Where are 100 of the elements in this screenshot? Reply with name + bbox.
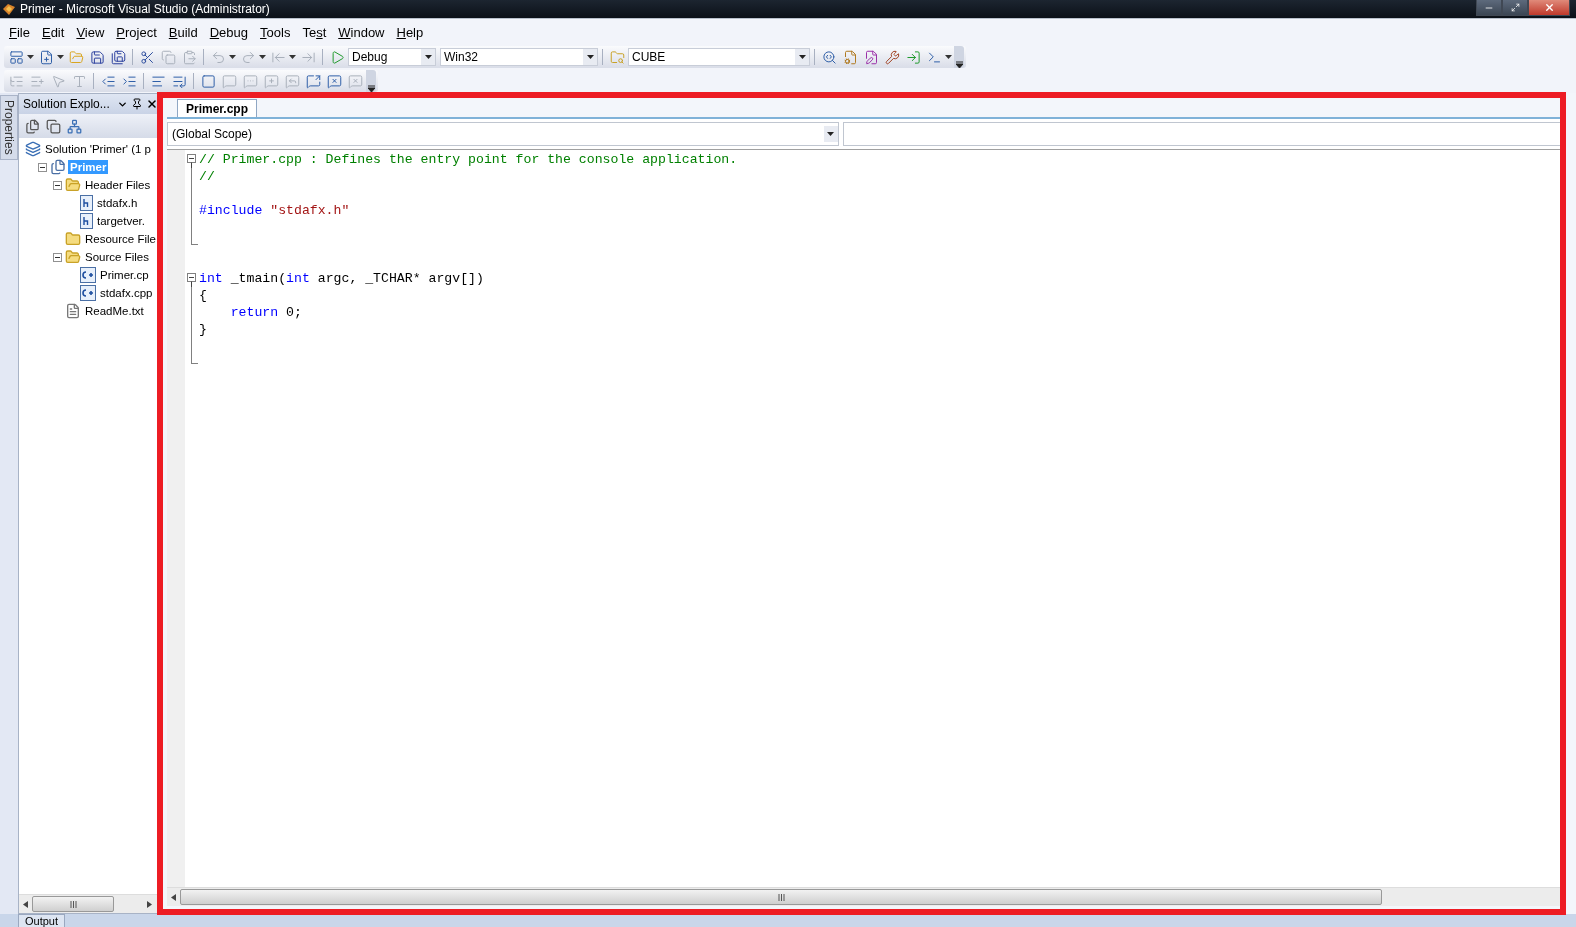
text-file-icon	[65, 303, 81, 319]
panel-title: Solution Explo...	[23, 97, 111, 111]
code-line: }	[199, 322, 207, 337]
caret-icon[interactable]	[27, 55, 35, 59]
properties-icon[interactable]	[25, 118, 40, 134]
grip-icon	[777, 893, 785, 901]
platform-dropdown[interactable]: Win32	[440, 48, 598, 66]
close-icon[interactable]	[146, 98, 158, 110]
clear-bookmarks-icon	[347, 73, 363, 89]
caret-icon[interactable]	[57, 55, 65, 59]
folder-icon	[65, 231, 81, 247]
toolbar-overflow-icon[interactable]	[954, 46, 964, 68]
undo-icon	[210, 49, 226, 65]
cpp-file-icon	[80, 267, 96, 283]
toolbar-overflow-icon[interactable]	[366, 70, 376, 92]
save-icon	[89, 49, 105, 65]
menu-item[interactable]: Project	[110, 22, 163, 42]
scroll-right-icon[interactable]	[147, 900, 152, 908]
collapse-toggle[interactable]	[185, 151, 199, 168]
outdent-icon	[100, 73, 116, 89]
header-file-icon	[80, 213, 93, 229]
close-button[interactable]	[1528, 0, 1570, 16]
close-icon	[1543, 2, 1555, 13]
menu-item[interactable]: View	[70, 22, 111, 42]
scroll-left-icon[interactable]	[23, 900, 28, 908]
collapse-toggle[interactable]	[53, 180, 62, 190]
project-icon	[50, 159, 66, 175]
start-page-icon	[905, 49, 921, 65]
next-document-bookmark-icon	[326, 73, 342, 89]
folder-open-icon	[65, 249, 81, 265]
uncomment-icon	[171, 73, 187, 89]
collapse-toggle[interactable]	[185, 270, 199, 287]
previous-document-bookmark-icon	[305, 73, 321, 89]
cut-icon	[139, 49, 155, 65]
paste-icon	[181, 49, 197, 65]
menu-item[interactable]: Build	[162, 22, 204, 42]
list-members-icon	[8, 73, 24, 89]
maximize-button[interactable]	[1502, 0, 1528, 16]
tree-item[interactable]: Primer.cp	[98, 268, 151, 282]
caret-icon[interactable]	[945, 55, 953, 59]
class-diagram-icon[interactable]	[67, 118, 82, 134]
scrollbar-thumb[interactable]	[32, 896, 114, 912]
previous-bookmark-folder-icon	[263, 73, 279, 89]
properties-tab[interactable]: Properties	[0, 95, 18, 160]
tree-item[interactable]: Header Files	[83, 178, 153, 192]
caret-icon[interactable]	[289, 55, 297, 59]
grip-icon	[69, 900, 77, 908]
collapse-toggle[interactable]	[38, 162, 47, 172]
tree-item[interactable]: stdafx.cpp	[98, 286, 155, 300]
dropdown-arrow-icon[interactable]	[827, 132, 835, 136]
scope-dropdown[interactable]: (Global Scope)	[167, 122, 839, 146]
document-tab[interactable]: Primer.cpp	[177, 99, 258, 117]
configuration-dropdown[interactable]: Debug	[348, 48, 436, 66]
code-line: // Primer.cpp : Defines the entry point for the console application.	[199, 152, 738, 167]
code-line: #include "stdafx.h"	[199, 203, 350, 218]
menu-item[interactable]: Edit	[35, 22, 71, 42]
add-item-icon	[38, 49, 54, 65]
find-icon	[821, 49, 837, 65]
header-file-icon	[80, 195, 93, 211]
caret-icon[interactable]	[259, 55, 267, 59]
code-line: //	[199, 169, 215, 184]
solution-icon	[25, 141, 41, 157]
show-all-files-icon[interactable]	[46, 118, 61, 134]
find-in-files-icon	[609, 49, 625, 65]
minimize-button[interactable]	[1476, 0, 1502, 16]
dropdown-arrow-icon[interactable]	[424, 55, 432, 59]
tree-item[interactable]: Solution 'Primer' (1 p	[43, 142, 153, 156]
horizontal-scrollbar[interactable]	[19, 894, 158, 913]
complete-word-icon	[71, 73, 87, 89]
caret-icon[interactable]	[229, 55, 237, 59]
collapse-toggle[interactable]	[53, 252, 62, 262]
restore-icon	[1510, 3, 1520, 12]
menu-item[interactable]: Test	[296, 22, 333, 42]
tree-item[interactable]: targetver.	[95, 214, 147, 228]
tree-item[interactable]: stdafx.h	[95, 196, 140, 210]
folder-open-icon	[65, 177, 81, 193]
scrollbar-thumb[interactable]	[180, 889, 1382, 905]
tree-item[interactable]: Source Files	[83, 250, 151, 264]
menu-item[interactable]: Help	[390, 22, 430, 42]
comment-icon	[150, 73, 166, 89]
scroll-left-icon[interactable]	[171, 893, 176, 901]
tree-item[interactable]: ReadMe.txt	[83, 304, 146, 318]
code-line: return 0;	[229, 305, 302, 320]
tools-icon	[884, 49, 900, 65]
dropdown-arrow-icon[interactable]	[586, 55, 594, 59]
parameter-info-icon	[29, 73, 45, 89]
menu-item[interactable]: Window	[332, 22, 391, 42]
menu-item[interactable]: Tools	[254, 22, 297, 42]
output-tab[interactable]: Output	[18, 914, 66, 927]
bookmark-icon	[200, 73, 216, 89]
open-folder-icon	[68, 49, 84, 65]
code-line: int _tmain(int argc, _TCHAR* argv[])	[199, 271, 484, 286]
copy-icon	[160, 49, 176, 65]
pin-icon[interactable]	[131, 98, 143, 110]
menu-item[interactable]: File	[3, 22, 36, 42]
next-bookmark-icon	[242, 73, 258, 89]
tree-item[interactable]: Resource File	[83, 232, 158, 246]
dropdown-arrow-icon[interactable]	[798, 55, 806, 59]
menu-item[interactable]: Debug	[203, 22, 255, 42]
find-dropdown[interactable]: CUBE	[628, 48, 810, 66]
